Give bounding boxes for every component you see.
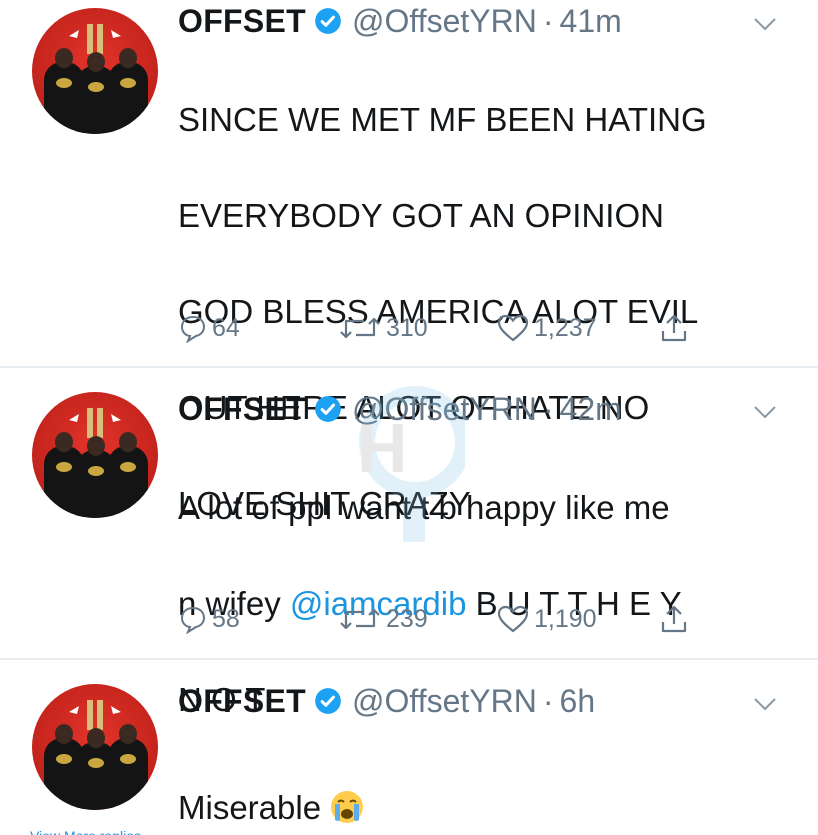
tweet-actions: 64 310 1,237 <box>178 311 718 345</box>
user-handle[interactable]: @OffsetYRN <box>352 683 537 720</box>
culture-ii-logo-icon <box>69 408 121 438</box>
chevron-down-icon[interactable] <box>752 16 778 32</box>
retweet-button[interactable]: 239 <box>338 602 428 636</box>
tweet-text-fragment: Miserable <box>178 789 322 826</box>
tweet-header: OFFSET @OffsetYRN · 41m <box>178 0 622 42</box>
separator-dot: · <box>542 390 554 427</box>
heart-icon <box>497 605 529 633</box>
separator-dot: · <box>542 2 554 39</box>
like-count: 1,190 <box>534 604 597 633</box>
tweet-text-line: EVERYBODY GOT AN OPINION <box>178 197 664 234</box>
share-button[interactable] <box>658 602 690 636</box>
view-more-link[interactable]: View More replies <box>30 824 150 835</box>
retweet-icon <box>340 317 380 339</box>
retweet-count: 310 <box>386 313 428 342</box>
tweet-header: OFFSET @OffsetYRN · 6h <box>178 680 595 722</box>
reply-count: 58 <box>212 604 240 633</box>
verified-badge-icon <box>315 396 341 422</box>
tweet-actions: 58 239 1,190 <box>178 602 718 636</box>
like-button[interactable]: 1,190 <box>496 602 597 636</box>
separator-dot: · <box>542 682 554 719</box>
tweet-text: Miserable <box>178 736 365 832</box>
share-button[interactable] <box>658 311 690 345</box>
user-handle[interactable]: @OffsetYRN <box>352 3 537 40</box>
culture-ii-logo-icon <box>69 700 121 730</box>
chevron-down-icon[interactable] <box>752 404 778 420</box>
display-name[interactable]: OFFSET <box>178 683 306 720</box>
avatar[interactable] <box>32 8 158 134</box>
twitter-feed: OFFSET @OffsetYRN · 41m SINCE WE MET MF … <box>0 0 818 835</box>
like-button[interactable]: 1,237 <box>496 311 597 345</box>
reply-icon <box>180 606 206 634</box>
tweet-text-line: SINCE WE MET MF BEEN HATING <box>178 101 707 138</box>
retweet-icon <box>340 608 380 630</box>
reply-icon <box>180 315 206 343</box>
reply-count: 64 <box>212 313 240 342</box>
crying-face-emoji-icon <box>331 791 364 824</box>
share-icon <box>661 314 687 342</box>
timestamp[interactable]: 41m <box>560 3 622 40</box>
culture-ii-logo-icon <box>69 24 121 54</box>
retweet-button[interactable]: 310 <box>338 311 428 345</box>
reply-button[interactable]: 58 <box>178 602 240 636</box>
timestamp[interactable]: 6h <box>560 683 596 720</box>
retweet-count: 239 <box>386 604 428 633</box>
watermark-logo-icon: H <box>357 386 465 542</box>
tweet[interactable]: OFFSET @OffsetYRN · 6h Miserable <box>0 660 818 835</box>
tweet[interactable]: OFFSET @OffsetYRN · 41m SINCE WE MET MF … <box>0 0 818 522</box>
heart-icon <box>497 314 529 342</box>
verified-badge-icon <box>315 8 341 34</box>
display-name[interactable]: OFFSET <box>178 3 306 40</box>
timestamp[interactable]: 42m <box>560 391 622 428</box>
watermark-text: H <box>357 409 408 487</box>
reply-button[interactable]: 64 <box>178 311 240 345</box>
avatar[interactable] <box>32 392 158 518</box>
verified-badge-icon <box>315 688 341 714</box>
display-name[interactable]: OFFSET <box>178 391 306 428</box>
avatar[interactable] <box>32 684 158 810</box>
like-count: 1,237 <box>534 313 597 342</box>
chevron-down-icon[interactable] <box>752 696 778 712</box>
share-icon <box>661 605 687 633</box>
